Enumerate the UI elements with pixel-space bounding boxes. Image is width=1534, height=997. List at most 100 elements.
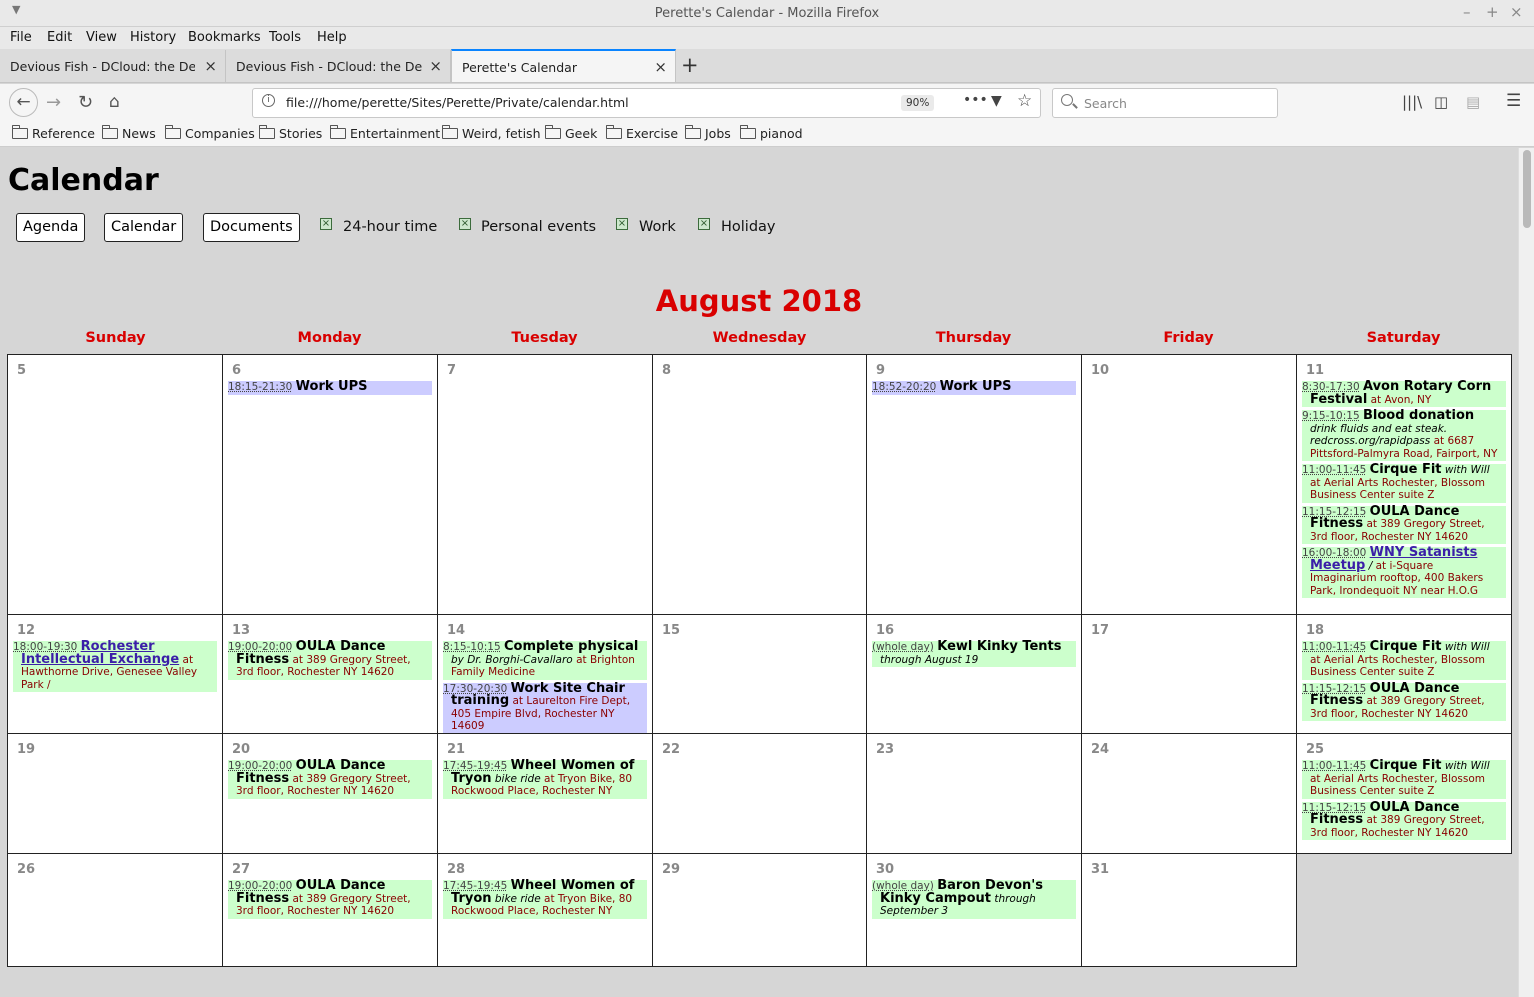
day-cell: 7: [437, 354, 653, 615]
calendar-event[interactable]: 8:30-17:30 Avon Rotary Corn Festival at …: [1302, 380, 1506, 407]
url-text[interactable]: file:///home/perette/Sites/Perette/Priva…: [286, 95, 629, 110]
hamburger-menu-icon[interactable]: ☰: [1506, 91, 1521, 111]
pocket-icon[interactable]: ▼: [991, 93, 1002, 109]
calendar-event[interactable]: 17:30-20:30 Work Site Chair training at …: [443, 682, 647, 733]
day-cell: 15: [652, 614, 867, 734]
tab-devious-fish-2[interactable]: Devious Fish - DCloud: the Devio ×: [226, 50, 451, 83]
bookmark-star-icon[interactable]: ☆: [1017, 91, 1032, 111]
bookmark-folder[interactable]: Stories: [259, 125, 322, 141]
event-location: at Aerial Arts Rochester, Blossom Busine…: [1310, 476, 1486, 502]
tab-perettes-calendar[interactable]: Perette's Calendar ×: [451, 49, 676, 82]
calendar-event[interactable]: 18:00-19:30 Rochester Intellectual Excha…: [13, 640, 217, 692]
calendar-event[interactable]: 18:15-21:30 Work UPS: [228, 380, 432, 395]
event-note: with Will: [1444, 464, 1490, 476]
page-actions-icon[interactable]: •••: [963, 92, 988, 108]
menu-history[interactable]: History: [130, 30, 176, 45]
calendar-event[interactable]: 19:00-20:00 OULA Dance Fitness at 389 Gr…: [228, 879, 432, 919]
back-icon[interactable]: ←: [9, 88, 38, 117]
day-number: 20: [232, 742, 251, 757]
day-cell: 11 8:30-17:30 Avon Rotary Corn Festival a…: [1296, 354, 1512, 615]
calendar-event[interactable]: 19:00-20:00 OULA Dance Fitness at 389 Gr…: [228, 640, 432, 680]
reader-view-icon[interactable]: ▤: [1466, 93, 1480, 111]
calendar-event[interactable]: (whole day) Baron Devon's Kinky Campout …: [872, 879, 1076, 919]
forward-icon[interactable]: →: [46, 92, 61, 113]
calendar-event[interactable]: 9:15-10:15 Blood donation drink fluids a…: [1302, 409, 1506, 461]
calendar-event[interactable]: 18:52-20:20 Work UPS: [872, 380, 1076, 395]
bookmark-folder[interactable]: Exercise: [606, 125, 678, 141]
agenda-button[interactable]: Agenda: [16, 213, 86, 242]
holiday-label[interactable]: Holiday: [721, 219, 776, 235]
holiday-checkbox[interactable]: ×: [698, 218, 710, 230]
documents-button[interactable]: Documents: [203, 213, 300, 242]
bookmark-folder[interactable]: Entertainment: [330, 125, 440, 141]
bookmark-folder[interactable]: pianod: [740, 125, 803, 141]
event-note: with Will: [1444, 760, 1490, 772]
calendar-button[interactable]: Calendar: [104, 213, 184, 242]
empty-cell: [1296, 853, 1512, 967]
calendar-event[interactable]: 11:15-12:15 OULA Dance Fitness at 389 Gr…: [1302, 801, 1506, 840]
day-number: 13: [232, 623, 251, 638]
day-number: 27: [232, 862, 251, 877]
calendar-event[interactable]: 11:00-11:45 Cirque Fit with Will at Aeri…: [1302, 759, 1506, 799]
reload-icon[interactable]: ↻: [78, 92, 93, 113]
calendar-event[interactable]: 11:00-11:45 Cirque Fit with Will at Aeri…: [1302, 463, 1506, 503]
day-cell: 22: [652, 733, 867, 854]
personal-events-checkbox[interactable]: ×: [459, 218, 471, 230]
maximize-icon[interactable]: +: [1486, 3, 1499, 21]
calendar-event[interactable]: 11:15-12:15 OULA Dance Fitness at 389 Gr…: [1302, 505, 1506, 544]
24-hour-time-label[interactable]: 24-hour time: [343, 219, 437, 235]
folder-icon: [102, 125, 118, 139]
day-number: 25: [1306, 742, 1325, 757]
work-label[interactable]: Work: [639, 219, 676, 235]
zoom-indicator[interactable]: 90%: [901, 95, 935, 111]
bookmark-folder[interactable]: Weird, fetish: [442, 125, 541, 141]
bookmark-folder[interactable]: Jobs: [685, 125, 731, 141]
day-number: 9: [876, 363, 886, 378]
close-tab-icon[interactable]: ×: [429, 57, 442, 75]
tab-devious-fish-1[interactable]: Devious Fish - DCloud: the Devio ×: [0, 50, 226, 83]
menu-help[interactable]: Help: [317, 30, 347, 45]
calendar-event[interactable]: 19:00-20:00 OULA Dance Fitness at 389 Gr…: [228, 759, 432, 799]
bookmark-folder[interactable]: News: [102, 125, 156, 141]
personal-events-label[interactable]: Personal events: [481, 219, 596, 235]
tab-label: Devious Fish - DCloud: the Devio: [236, 59, 422, 74]
new-tab-icon[interactable]: +: [681, 53, 699, 77]
calendar-event[interactable]: 16:00-18:00 WNY Satanists Meetup / at i-…: [1302, 546, 1506, 598]
calendar-event[interactable]: 11:00-11:45 Cirque Fit with Will at Aeri…: [1302, 640, 1506, 680]
menu-view[interactable]: View: [86, 30, 117, 45]
vertical-scrollbar[interactable]: [1518, 148, 1534, 997]
day-cell: 23: [866, 733, 1082, 854]
menu-bookmarks[interactable]: Bookmarks: [188, 30, 261, 45]
calendar-event[interactable]: 11:15-12:15 OULA Dance Fitness at 389 Gr…: [1302, 682, 1506, 721]
weekday-header: Saturday: [1366, 330, 1441, 346]
menu-file[interactable]: File: [10, 30, 32, 45]
day-number: 26: [17, 862, 36, 877]
close-window-icon[interactable]: ×: [1510, 3, 1523, 21]
minimize-icon[interactable]: –: [1463, 3, 1471, 21]
library-icon[interactable]: |||\: [1402, 93, 1422, 111]
menu-tools[interactable]: Tools: [269, 30, 301, 45]
calendar-event[interactable]: 8:15-10:15 Complete physical by Dr. Borg…: [443, 640, 647, 680]
24-hour-time-checkbox[interactable]: ×: [320, 218, 332, 230]
bookmark-folder[interactable]: Companies: [165, 125, 255, 141]
scrollbar-thumb[interactable]: [1523, 150, 1531, 228]
calendar-event[interactable]: 17:45-19:45 Wheel Women of Tryon bike ri…: [443, 759, 647, 799]
calendar-event[interactable]: 17:45-19:45 Wheel Women of Tryon bike ri…: [443, 879, 647, 919]
sidebar-icon[interactable]: ◫: [1434, 93, 1448, 111]
day-events: 18:15-21:30 Work UPS: [228, 380, 432, 398]
day-cell: 18 11:00-11:45 Cirque Fit with Will at Ae…: [1296, 614, 1512, 734]
site-info-icon[interactable]: i: [262, 94, 275, 107]
search-input[interactable]: Search: [1052, 88, 1278, 118]
menu-edit[interactable]: Edit: [47, 30, 72, 45]
day-number: 18: [1306, 623, 1325, 638]
work-checkbox[interactable]: ×: [616, 218, 628, 230]
home-icon[interactable]: ⌂: [109, 92, 120, 112]
bookmark-folder[interactable]: Reference: [12, 125, 95, 141]
day-number: 28: [447, 862, 466, 877]
close-tab-icon[interactable]: ×: [204, 57, 217, 75]
weekday-header: Wednesday: [712, 330, 807, 346]
calendar-event[interactable]: (whole day) Kewl Kinky Tents through Aug…: [872, 640, 1076, 667]
bookmark-folder[interactable]: Geek: [545, 125, 597, 141]
close-tab-icon[interactable]: ×: [654, 58, 667, 76]
url-bar[interactable]: i file:///home/perette/Sites/Perette/Pri…: [252, 88, 1041, 118]
